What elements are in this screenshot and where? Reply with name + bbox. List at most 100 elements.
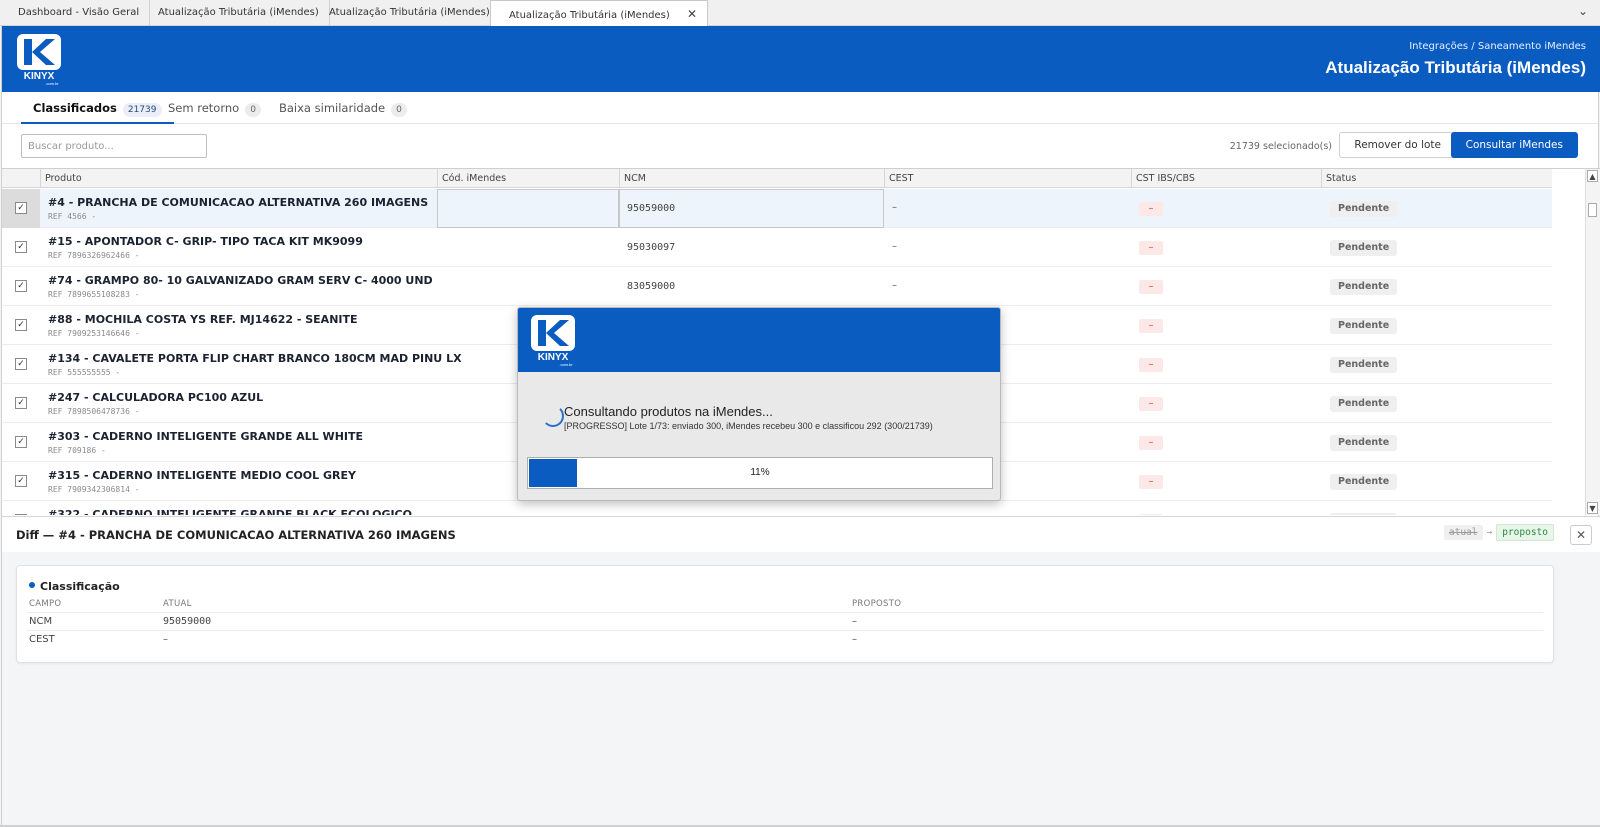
tab-atualizacao-1[interactable]: Atualização Tributária (iMendes) [140,0,330,26]
product-ref: REF 7898506478736 - [48,407,140,416]
select-cell[interactable]: ✓ [2,228,40,267]
table-row[interactable]: ✓ #15 - APONTADOR C- GRIP- TIPO TACA KIT … [2,228,1552,267]
row-checkbox[interactable]: ✓ [15,397,27,409]
remove-from-batch-button[interactable]: Remover do lote [1339,132,1456,158]
tab-label: Baixa similaridade [279,101,386,115]
diff-proposto: – [852,616,857,627]
row-checkbox[interactable]: ✓ [15,436,27,448]
tab-label: Sem retorno [168,101,240,115]
status-badge: Pendente [1330,474,1398,490]
select-cell[interactable] [2,501,40,515]
header-status[interactable]: Status [1321,169,1552,188]
select-cell[interactable]: ✓ [2,345,40,384]
cst-badge: – [1139,202,1163,216]
tab-atualizacao-2[interactable]: Atualização Tributária (iMendes) [311,0,501,26]
col-atual: ATUAL [163,599,192,609]
select-cell[interactable]: ✓ [2,384,40,423]
product-name: #134 - CAVALETE PORTA FLIP CHART BRANCO … [48,352,462,365]
select-cell[interactable]: ✓ [2,462,40,501]
arrow-right-icon: → [1486,527,1493,538]
dialog-header: KINYX .com.br [518,308,1000,372]
cest-value: – [892,241,897,252]
row-checkbox[interactable]: ✓ [15,202,27,214]
selected-count: 21739 selecionado(s) [1229,141,1332,152]
tab-label: Atualização Tributária (iMendes) [509,10,670,21]
cst-badge: – [1139,397,1163,411]
product-name: #15 - APONTADOR C- GRIP- TIPO TACA KIT M… [48,235,363,248]
product-name: #88 - MOCHILA COSTA YS REF. MJ14622 - SE… [48,313,358,326]
svg-text:.com.br: .com.br [559,362,573,367]
cest-value: – [892,280,897,291]
table-scrollbar[interactable]: ▲ ▼ [1585,169,1599,515]
scroll-up-icon[interactable]: ▲ [1587,170,1598,182]
product-name: #74 - GRAMPO 80- 10 GALVANIZADO GRAM SER… [48,274,433,287]
cst-badge: – [1139,241,1163,255]
status-badge: Pendente [1330,435,1398,451]
count-badge: 0 [391,103,407,117]
progress-bar: 11% [527,457,993,489]
dialog-progress-detail: [PROGRESSO] Lote 1/73: enviado 300, iMen… [564,421,933,431]
row-checkbox[interactable]: ✓ [15,280,27,292]
svg-text:.com.br: .com.br [45,81,59,86]
row-checkbox[interactable]: ✓ [15,475,27,487]
table-row[interactable]: #322 - CADERNO INTELIGENTE GRANDE BLACK … [2,501,1552,515]
row-checkbox[interactable] [15,514,27,515]
consult-imendes-button[interactable]: Consultar iMendes [1450,132,1578,158]
legend-proposto: proposto [1496,524,1554,541]
scroll-down-icon[interactable]: ▼ [1587,502,1598,514]
close-diff-button[interactable]: ✕ [1570,525,1592,545]
cst-badge: – [1139,475,1163,489]
breadcrumb: Integrações / Saneamento iMendes [1409,41,1586,52]
tab-baixa-similaridade[interactable]: Baixa similaridade 0 [279,92,407,124]
diff-legend: atual → proposto [1443,524,1554,541]
header-select[interactable] [2,169,40,188]
table-row[interactable]: ✓ #4 - PRANCHA DE COMUNICACAO ALTERNATIVA… [2,189,1552,228]
status-badge: Pendente [1330,240,1398,256]
product-ref: REF 7909342306814 - [48,485,140,494]
status-badge: Pendente [1330,396,1398,412]
tab-sem-retorno[interactable]: Sem retorno 0 [168,92,261,124]
table-row[interactable]: ✓ #74 - GRAMPO 80- 10 GALVANIZADO GRAM SE… [2,267,1552,306]
progress-label: 11% [750,467,770,478]
select-cell[interactable]: ✓ [2,306,40,345]
diff-header: Diff — #4 - PRANCHA DE COMUNICACAO ALTER… [2,516,1600,552]
loading-spinner-icon [542,405,564,427]
tab-atualizacao-active[interactable]: Atualização Tributária (iMendes) ✕ [490,0,709,27]
col-campo: CAMPO [29,599,62,609]
cst-badge: – [1139,514,1163,515]
header-cod-imendes[interactable]: Cód. iMendes [437,169,619,188]
diff-proposto: – [852,634,857,645]
header-cst[interactable]: CST IBS/CBS [1131,169,1321,188]
page-title: Atualização Tributária (iMendes) [1325,58,1586,77]
progress-dialog: KINYX .com.br Consultando produtos na iM… [517,307,1001,501]
scroll-thumb[interactable] [1588,203,1597,217]
classification-card: Classificação CAMPO ATUAL PROPOSTO NCM 9… [16,565,1554,663]
product-name: #303 - CADERNO INTELIGENTE GRANDE ALL WH… [48,430,364,443]
close-tab-icon[interactable]: ✕ [687,1,697,27]
select-cell[interactable]: ✓ [2,267,40,306]
product-name: #322 - CADERNO INTELIGENTE GRANDE BLACK … [48,508,412,515]
status-badge: Pendente [1330,513,1398,515]
select-cell[interactable]: ✓ [2,189,40,228]
ncm-value: 83059000 [627,281,676,292]
header-ncm[interactable]: NCM [619,169,884,188]
cod-imendes-cell[interactable] [437,189,619,228]
row-checkbox[interactable]: ✓ [15,241,27,253]
row-checkbox[interactable]: ✓ [15,358,27,370]
ncm-value: 95059000 [627,203,676,214]
tab-classificados[interactable]: Classificados 21739 [21,92,174,124]
row-checkbox[interactable]: ✓ [15,319,27,331]
legend-atual: atual [1443,525,1483,540]
diff-row-cest: CEST – – [27,630,1543,648]
header-produto[interactable]: Produto [40,169,437,188]
table-header: Produto Cód. iMendes NCM CEST CST IBS/CB… [2,169,1552,188]
header-cest[interactable]: CEST [884,169,1131,188]
product-ref: REF 7896326962466 - [48,251,140,260]
tab-dashboard[interactable]: Dashboard - Visão Geral [0,0,151,26]
select-cell[interactable]: ✓ [2,423,40,462]
chevron-down-icon[interactable]: ⌄ [1578,4,1588,18]
tab-label: Atualização Tributária (iMendes) [158,7,319,18]
page-header: KINYX .com.br Integrações / Saneamento i… [2,26,1600,92]
diff-title: Diff — #4 - PRANCHA DE COMUNICACAO ALTER… [16,528,456,542]
search-input[interactable] [21,134,207,158]
